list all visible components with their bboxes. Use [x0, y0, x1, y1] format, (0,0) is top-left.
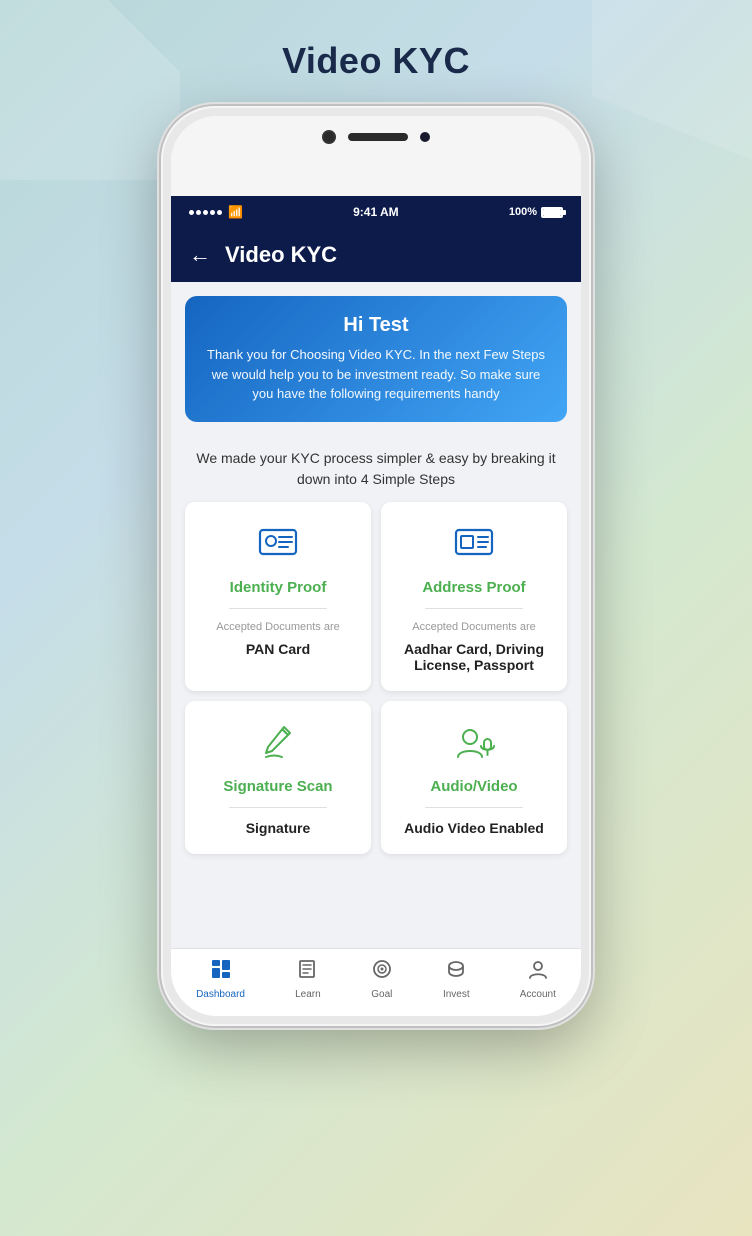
signature-scan-icon	[256, 719, 300, 770]
battery-percent: 100%	[509, 206, 537, 218]
identity-docs-label: Accepted Documents are	[216, 621, 340, 633]
app-header: ← Video KYC	[171, 228, 581, 282]
phone-inner: 📶 9:41 AM 100% ← Video KYC Hi Test Thank…	[171, 116, 581, 1016]
address-proof-icon	[452, 520, 496, 571]
address-docs-label: Accepted Documents are	[412, 621, 536, 633]
step-card-audio-video[interactable]: Audio/Video Audio Video Enabled	[381, 701, 567, 854]
welcome-greeting: Hi Test	[203, 314, 549, 337]
learn-icon	[297, 958, 319, 986]
identity-proof-icon	[256, 520, 300, 571]
phone-top-area	[171, 116, 581, 196]
invest-label: Invest	[443, 989, 470, 1000]
header-title: Video KYC	[225, 242, 337, 268]
status-right: 100%	[509, 206, 563, 218]
audio-video-icon	[452, 719, 496, 770]
status-left: 📶	[189, 205, 243, 219]
invest-icon	[445, 958, 467, 986]
phone-frame: 📶 9:41 AM 100% ← Video KYC Hi Test Thank…	[161, 106, 591, 1026]
signature-docs-value: Signature	[246, 820, 311, 836]
subtitle-text: We made your KYC process simpler & easy …	[171, 436, 581, 502]
goal-icon	[371, 958, 393, 986]
bg-shape-left	[0, 0, 180, 180]
address-separator	[425, 608, 522, 609]
welcome-banner: Hi Test Thank you for Choosing Video KYC…	[185, 296, 567, 422]
nav-invest[interactable]: Invest	[443, 958, 470, 1000]
account-label: Account	[520, 989, 556, 1000]
identity-proof-label: Identity Proof	[230, 579, 327, 596]
front-camera-icon	[322, 130, 336, 144]
nav-dashboard[interactable]: Dashboard	[196, 958, 245, 1000]
audio-video-label: Audio/Video	[430, 778, 517, 795]
av-separator	[425, 807, 522, 808]
battery-icon	[541, 207, 563, 218]
address-proof-label: Address Proof	[422, 579, 525, 596]
bottom-nav: Dashboard Learn	[171, 948, 581, 1016]
welcome-text: Thank you for Choosing Video KYC. In the…	[203, 345, 549, 404]
battery-fill	[543, 209, 561, 216]
goal-label: Goal	[371, 989, 392, 1000]
screen-content: Hi Test Thank you for Choosing Video KYC…	[171, 282, 581, 1016]
speaker	[348, 133, 408, 141]
step-card-signature[interactable]: Signature Scan Signature	[185, 701, 371, 854]
status-bar: 📶 9:41 AM 100%	[171, 196, 581, 228]
steps-grid: Identity Proof Accepted Documents are PA…	[171, 502, 581, 864]
status-time: 9:41 AM	[353, 205, 399, 219]
av-docs-value: Audio Video Enabled	[404, 820, 544, 836]
back-button[interactable]: ←	[189, 242, 211, 268]
bg-shape-right	[592, 0, 752, 160]
signature-scan-label: Signature Scan	[223, 778, 332, 795]
step-card-identity[interactable]: Identity Proof Accepted Documents are PA…	[185, 502, 371, 691]
signal-icon	[189, 210, 222, 215]
nav-account[interactable]: Account	[520, 958, 556, 1000]
account-icon	[527, 958, 549, 986]
dashboard-label: Dashboard	[196, 989, 245, 1000]
dashboard-icon	[210, 958, 232, 986]
signature-separator	[229, 807, 326, 808]
identity-docs-value: PAN Card	[246, 641, 310, 657]
camera-dot-icon	[420, 132, 430, 142]
learn-label: Learn	[295, 989, 321, 1000]
page-title: Video KYC	[282, 40, 470, 82]
identity-separator	[229, 608, 326, 609]
nav-learn[interactable]: Learn	[295, 958, 321, 1000]
address-docs-value: Aadhar Card, Driving License, Passport	[393, 641, 555, 673]
step-card-address[interactable]: Address Proof Accepted Documents are Aad…	[381, 502, 567, 691]
nav-goal[interactable]: Goal	[371, 958, 393, 1000]
notch-area	[322, 130, 430, 144]
wifi-icon: 📶	[228, 205, 243, 219]
